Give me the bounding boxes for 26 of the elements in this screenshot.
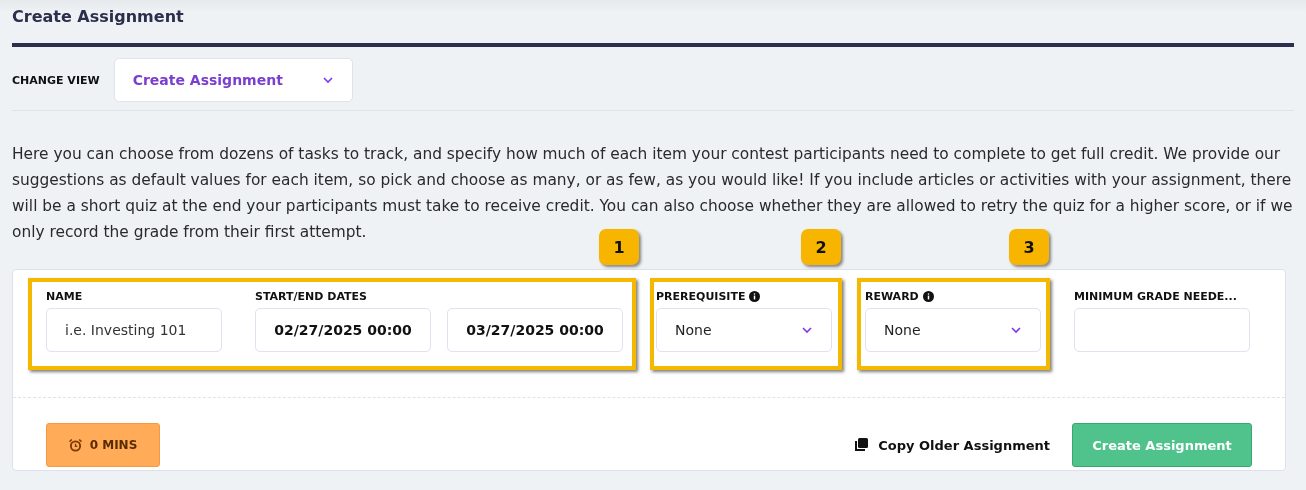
field-label: MINIMUM GRADE NEEDE... [1074,290,1238,303]
callout-badge: 1 [599,229,639,265]
chevron-down-icon [1010,326,1022,334]
chevron-down-icon [801,326,813,334]
prerequisite-dropdown[interactable]: None [656,308,832,352]
change-view-label: CHANGE VIEW [12,73,100,87]
field-label: REWARD [865,290,919,303]
end-date-input[interactable]: 03/27/2025 00:00 [447,308,623,352]
callout-badge: 3 [1009,229,1049,265]
chevron-down-icon [321,76,334,84]
field-label: START/END DATES [255,290,368,303]
duration-text: 0 MINS [89,438,138,452]
view-dropdown[interactable]: Create Assignment [113,58,353,102]
info-icon[interactable] [749,291,761,302]
field-label: NAME [46,290,84,303]
name-input[interactable]: i.e. Investing 101 [46,308,222,352]
field-label: PREREQUISITE [656,290,746,303]
copy-assignment-link[interactable]: Copy Older Assignment [854,437,1050,453]
reward-dropdown[interactable]: None [865,308,1041,352]
start-date-input[interactable]: 02/27/2025 00:00 [255,308,431,352]
alarm-clock-icon [68,438,82,452]
minimum-grade-input[interactable] [1074,308,1250,352]
copy-icon [854,438,869,452]
info-icon[interactable] [922,291,934,302]
callout-badge: 2 [801,229,841,265]
page-title: Create Assignment [12,6,185,28]
